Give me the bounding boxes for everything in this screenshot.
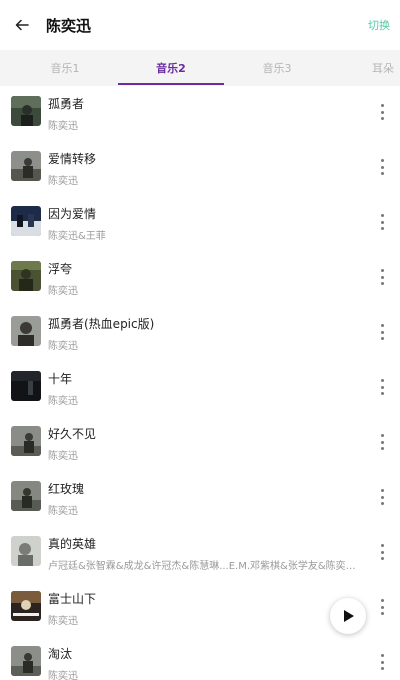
tab-bar: 音乐1 音乐2 音乐3 耳朵	[0, 50, 400, 86]
album-cover	[11, 481, 41, 511]
more-vertical-icon[interactable]	[374, 376, 390, 398]
album-cover	[11, 646, 41, 676]
album-cover	[11, 591, 41, 621]
song-row[interactable]: 十年 陈奕迅	[0, 361, 400, 416]
song-title: 孤勇者	[48, 97, 85, 111]
album-cover	[11, 371, 41, 401]
song-row[interactable]: 爱情转移 陈奕迅	[0, 141, 400, 196]
album-cover	[11, 96, 41, 126]
song-title: 富士山下	[48, 592, 97, 606]
play-button[interactable]	[330, 598, 366, 634]
more-vertical-icon[interactable]	[374, 211, 390, 233]
artist-songs-screen: 陈奕迅 切换 音乐1 音乐2 音乐3 耳朵 孤勇者 陈奕迅 爱情转移 陈奕迅 因…	[0, 0, 400, 680]
album-cover	[11, 426, 41, 456]
album-cover	[11, 316, 41, 346]
song-title: 爱情转移	[48, 152, 97, 166]
album-cover	[11, 261, 41, 291]
more-vertical-icon[interactable]	[374, 596, 390, 618]
song-artist: 陈奕迅	[48, 341, 78, 352]
song-title: 红玫瑰	[48, 482, 85, 496]
more-vertical-icon[interactable]	[374, 266, 390, 288]
song-artist: 陈奕迅	[48, 451, 78, 462]
tab-music-2[interactable]: 音乐2	[118, 50, 224, 86]
song-title: 真的英雄	[48, 537, 97, 551]
song-title: 好久不见	[48, 427, 97, 441]
more-vertical-icon[interactable]	[374, 651, 390, 673]
active-tab-indicator	[118, 83, 224, 85]
song-artist: 陈奕迅	[48, 286, 78, 297]
switch-button[interactable]: 切换	[368, 17, 390, 33]
song-list: 孤勇者 陈奕迅 爱情转移 陈奕迅 因为爱情 陈奕迅&王菲 浮夸 陈奕迅 孤勇者(…	[0, 86, 400, 680]
more-vertical-icon[interactable]	[374, 101, 390, 123]
tab-music-3[interactable]: 音乐3	[224, 50, 330, 86]
song-artist: 陈奕迅	[48, 176, 78, 187]
song-row[interactable]: 浮夸 陈奕迅	[0, 251, 400, 306]
more-vertical-icon[interactable]	[374, 321, 390, 343]
song-row[interactable]: 孤勇者 陈奕迅	[0, 86, 400, 141]
song-row[interactable]: 因为爱情 陈奕迅&王菲	[0, 196, 400, 251]
album-cover	[11, 536, 41, 566]
song-artist: 陈奕迅	[48, 121, 78, 132]
more-vertical-icon[interactable]	[374, 156, 390, 178]
song-row[interactable]: 淘汰 陈奕迅	[0, 636, 400, 680]
song-artist: 陈奕迅	[48, 506, 78, 517]
play-icon	[344, 610, 354, 622]
song-title: 孤勇者(热血epic版)	[48, 317, 155, 331]
album-cover	[11, 206, 41, 236]
more-vertical-icon[interactable]	[374, 541, 390, 563]
song-row[interactable]: 好久不见 陈奕迅	[0, 416, 400, 471]
song-row[interactable]: 孤勇者(热血epic版) 陈奕迅	[0, 306, 400, 361]
more-vertical-icon[interactable]	[374, 486, 390, 508]
song-artist: 卢冠廷&张智霖&成龙&许冠杰&陈慧琳...E.M.邓紫棋&张学友&陈奕迅&谭咏麟	[48, 561, 363, 572]
arrow-left-icon	[15, 19, 29, 31]
header-bar: 陈奕迅 切换	[0, 0, 400, 50]
song-row[interactable]: 真的英雄 卢冠廷&张智霖&成龙&许冠杰&陈慧琳...E.M.邓紫棋&张学友&陈奕…	[0, 526, 400, 581]
back-button[interactable]	[0, 0, 44, 50]
song-artist: 陈奕迅&王菲	[48, 231, 106, 242]
song-title: 十年	[48, 372, 73, 386]
song-artist: 陈奕迅	[48, 396, 78, 407]
song-title: 淘汰	[48, 647, 73, 661]
tab-music-1[interactable]: 音乐1	[12, 50, 118, 86]
page-title: 陈奕迅	[46, 16, 92, 35]
song-title: 浮夸	[48, 262, 73, 276]
album-cover	[11, 151, 41, 181]
song-title: 因为爱情	[48, 207, 97, 221]
song-artist: 陈奕迅	[48, 671, 78, 680]
tab-ears[interactable]: 耳朵	[330, 50, 400, 86]
song-artist: 陈奕迅	[48, 616, 78, 627]
song-row[interactable]: 红玫瑰 陈奕迅	[0, 471, 400, 526]
more-vertical-icon[interactable]	[374, 431, 390, 453]
